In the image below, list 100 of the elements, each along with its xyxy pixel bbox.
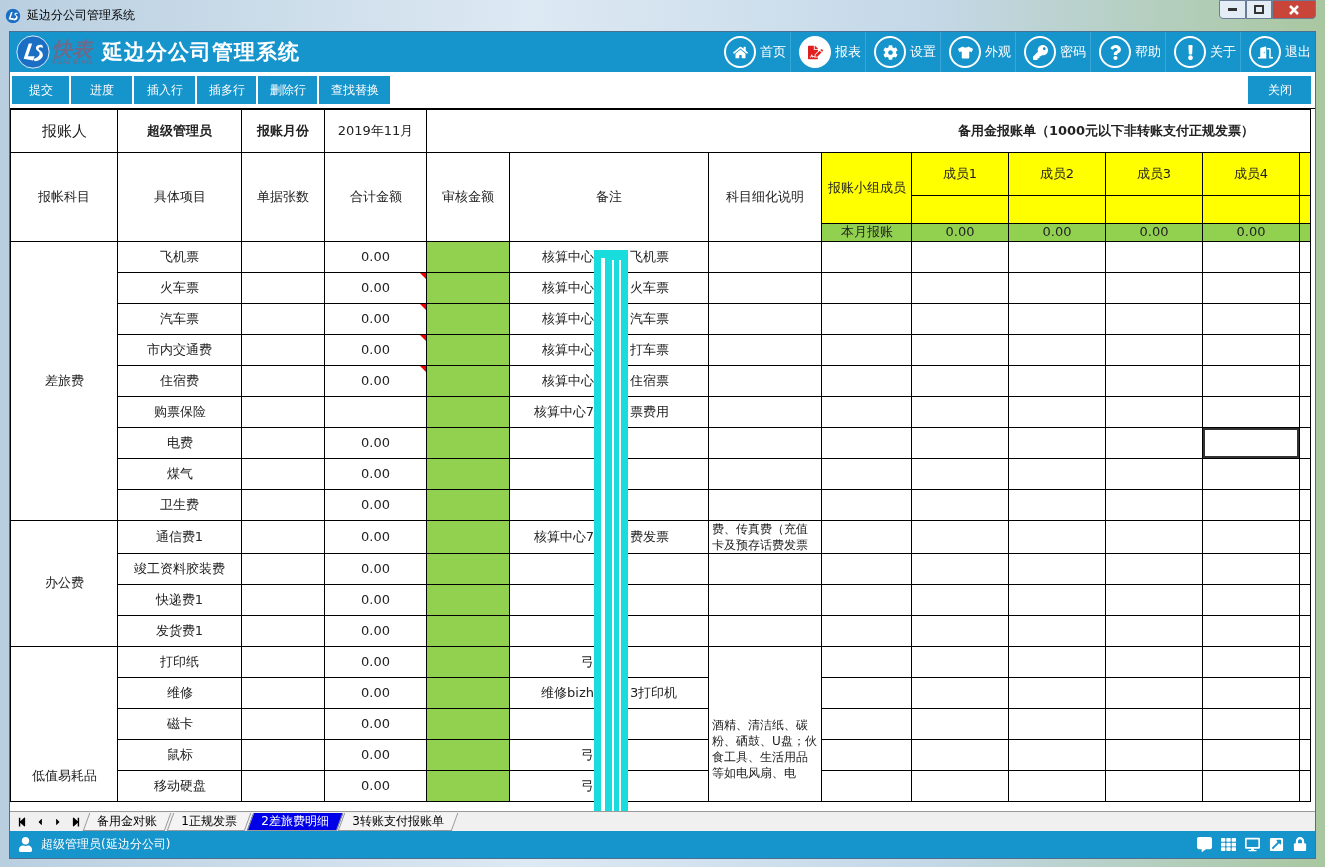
close-sheet-button[interactable]: 关闭 <box>1248 76 1311 104</box>
logo-text: 快表 <box>52 38 93 59</box>
table-cell: 0.00 <box>361 279 390 295</box>
sheet-tab[interactable]: 2差旅费明细 <box>246 812 343 831</box>
table-cell: 市内交通费 <box>117 334 242 366</box>
table-cell: 0.00 <box>361 684 390 700</box>
monitor-icon[interactable] <box>1245 837 1260 852</box>
table-cell: 移动硬盘 <box>117 770 242 802</box>
table-cell: 差旅费 <box>44 372 84 388</box>
table-cell: 0.00 <box>361 653 390 669</box>
shirt-icon <box>949 36 981 68</box>
table-cell: 0.00 <box>361 372 390 388</box>
table-cell-text: 核算中心7 <box>532 404 594 420</box>
table-cell: 0.00 <box>361 591 390 607</box>
table-cell: 0.00 <box>361 248 390 264</box>
table-cell: 2019年11月 <box>337 122 414 138</box>
window-title: 延边分公司管理系统 <box>27 7 135 24</box>
table-cell: 竣工资料胶装费 <box>117 553 242 585</box>
app-title: 延边分公司管理系统 <box>102 39 301 66</box>
table-cell: 火车票 <box>117 272 242 304</box>
table-cell: 0.00 <box>361 622 390 638</box>
nav-button[interactable]: 设置 <box>865 32 940 72</box>
column-header: 科目细化说明 <box>708 152 822 242</box>
info-icon <box>1174 36 1206 68</box>
maximize-button[interactable] <box>1246 0 1272 19</box>
table-cell: 0.00 <box>361 560 390 576</box>
table-cell: 维修 <box>117 677 242 709</box>
nav-button[interactable]: 密码 <box>1015 32 1090 72</box>
minimize-icon <box>1228 8 1237 11</box>
nav-button[interactable]: 外观 <box>940 32 1015 72</box>
key-icon <box>1024 36 1056 68</box>
table-cell: 煤气 <box>117 458 242 490</box>
table-cell: 费发票 <box>630 529 669 545</box>
table-cell: 超级管理员 <box>147 122 212 138</box>
sheet-title: 备用金报账单（1000元以下非转账支付正规发票） <box>426 109 1311 153</box>
toolbar-button[interactable]: 插多行 <box>197 76 256 104</box>
toolbar-button[interactable]: 删除行 <box>258 76 317 104</box>
table-cell: 住宿费 <box>117 365 242 397</box>
table-cell-text: 核算中心 <box>541 342 594 358</box>
report-icon <box>799 36 831 68</box>
column-header: 具体项目 <box>117 152 242 242</box>
toolbar-button[interactable]: 进度 <box>71 76 132 104</box>
sheet-tab[interactable]: 备用金对账 <box>82 812 172 831</box>
nav-button[interactable]: 报表 <box>790 32 865 72</box>
user-icon <box>18 837 33 852</box>
column-header: 报帐科目 <box>10 152 118 242</box>
column-header: 备注 <box>509 152 709 242</box>
table-cell: 发货费1 <box>117 615 242 647</box>
table-cell-text: 费、传真费（充值卡及预存话费发票 <box>711 521 809 553</box>
table-cell: 快递费1 <box>117 584 242 616</box>
minimize-button[interactable] <box>1219 0 1246 19</box>
table-cell-text: 酒精、清洁纸、碳粉、硒鼓、U盘；伙食工具、生活用品等如电风扇、电 <box>711 717 818 781</box>
maximize-icon <box>1254 5 1264 14</box>
nav-button[interactable]: 退出 <box>1240 32 1315 72</box>
table-cell: 住宿票 <box>630 373 669 389</box>
table-cell: 3打印机 <box>630 685 678 701</box>
column-header: 成员3 <box>1105 152 1203 196</box>
table-cell-text: 核算中心7 <box>532 529 594 545</box>
status-user: 超级管理员(延边分公司) <box>41 836 171 853</box>
table-cell: 飞机票 <box>117 241 242 273</box>
nav-button[interactable]: 帮助 <box>1090 32 1165 72</box>
sheet-tab[interactable]: 3转账支付报账单 <box>338 812 459 831</box>
table-cell: 低值易耗品 <box>31 767 97 783</box>
close-button[interactable] <box>1272 0 1316 19</box>
column-header: 合计金额 <box>324 152 427 242</box>
table-cell: 票费用 <box>630 404 669 420</box>
table-cell-text: 核算中心 <box>541 280 594 296</box>
table-cell: 鼠标 <box>117 739 242 771</box>
toolbar-button[interactable]: 查找替换 <box>319 76 390 104</box>
table-cell: 0.00 <box>361 434 390 450</box>
table-cell: 0.00 <box>361 746 390 762</box>
nav-button[interactable]: 关于 <box>1165 32 1240 72</box>
toolbar-button[interactable]: 提交 <box>12 76 69 104</box>
logo-icon <box>16 35 50 69</box>
table-cell: 磁卡 <box>117 708 242 740</box>
help-icon <box>1099 36 1131 68</box>
lock-icon[interactable] <box>1293 837 1307 851</box>
table-cell-text: 维修bizh <box>540 685 594 701</box>
table-cell: 报账月份 <box>257 122 309 138</box>
table-cell: 汽车票 <box>117 303 242 335</box>
grid-icon[interactable] <box>1221 837 1236 852</box>
chat-icon[interactable] <box>1197 837 1212 852</box>
column-header: 审核金额 <box>426 152 510 242</box>
sheet-tab[interactable]: 1正规发票 <box>166 812 251 831</box>
table-cell: 0.00 <box>361 715 390 731</box>
table-cell-text: 核算中心 <box>541 311 594 327</box>
column-header: 成员1 <box>911 152 1009 196</box>
logo-icon <box>5 7 21 24</box>
column-header: 单据张数 <box>241 152 325 242</box>
table-cell: 0.00 <box>361 341 390 357</box>
home-icon <box>724 36 756 68</box>
table-cell-text: 弓 <box>580 747 594 763</box>
table-cell: 飞机票 <box>630 249 669 265</box>
column-header: 报账小组成员 <box>821 152 912 224</box>
toolbar-button[interactable]: 插入行 <box>134 76 195 104</box>
table-cell-text: 核算中心 <box>541 373 594 389</box>
nav-button[interactable]: 首页 <box>716 32 790 72</box>
external-link-icon[interactable] <box>1269 837 1284 852</box>
table-cell: 打车票 <box>630 342 669 358</box>
table-cell-text: 弓 <box>580 778 594 794</box>
